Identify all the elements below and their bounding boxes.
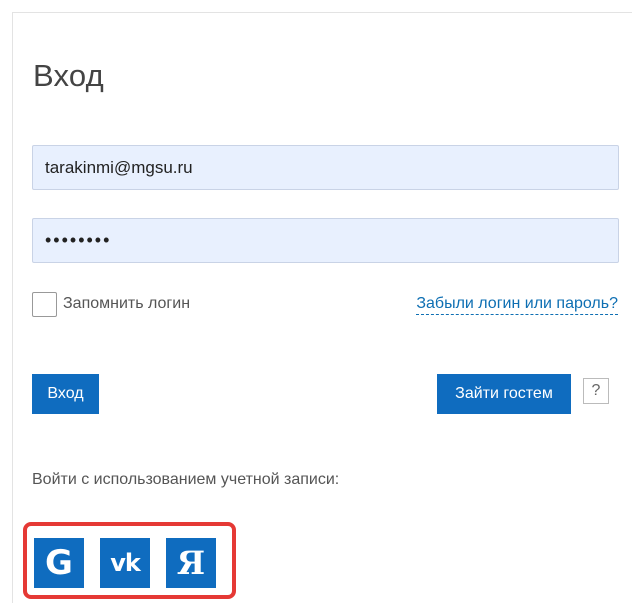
checkbox-box[interactable] [32,291,57,317]
remember-login-label: Запомнить логин [63,295,191,312]
yandex-icon[interactable]: Я [166,538,216,588]
forgot-password-link[interactable]: Забыли логин или пароль? [416,294,618,315]
login-input[interactable] [32,145,619,190]
guest-login-button[interactable]: Зайти гостем [437,374,571,414]
login-button[interactable]: Вход [32,374,99,414]
password-input[interactable] [32,218,619,263]
vk-icon[interactable]: vk [100,538,150,588]
google-icon[interactable]: G [34,538,84,588]
oauth-caption: Войти с использованием учетной записи: [32,471,340,488]
remember-login-checkbox[interactable]: Запомнить логин [32,290,190,318]
page-title: Вход [33,58,104,93]
help-icon[interactable]: ? [583,378,609,404]
